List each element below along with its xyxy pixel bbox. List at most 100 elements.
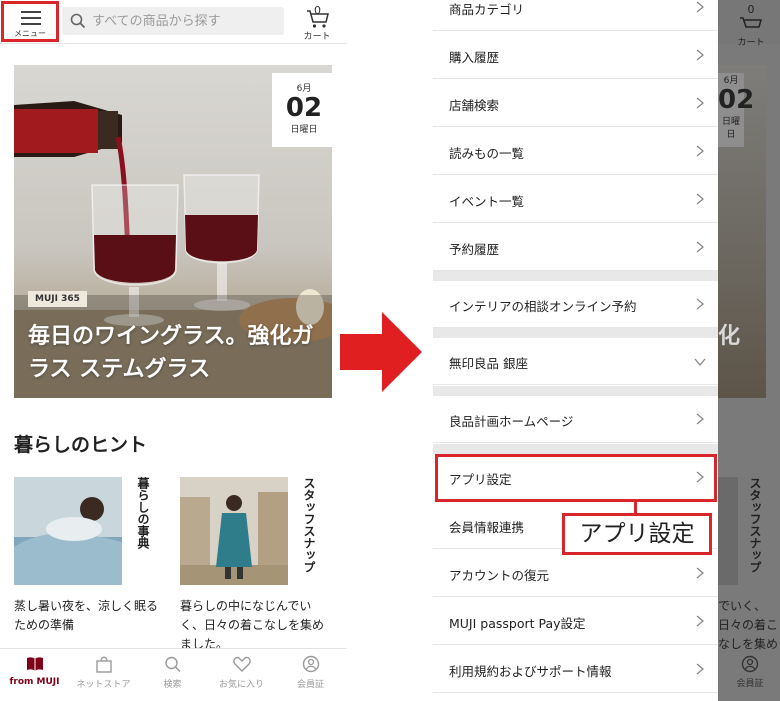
chevron-right-icon [696, 241, 704, 253]
cart-button: 0 カート [736, 3, 766, 48]
dimmed-date-day: 02 [718, 85, 755, 115]
menu-button[interactable]: メニュー [1, 1, 59, 42]
tab-favorites[interactable]: お気に入り [207, 655, 276, 690]
chevron-down-icon [694, 358, 706, 366]
menu-item-interior-consultation[interactable]: インテリアの相談オンライン予約 [433, 281, 718, 328]
menu-item-reservation-history[interactable]: 予約履歴 [433, 224, 718, 271]
tab-member-card[interactable]: 会員証 [276, 655, 345, 690]
menu-item-terms-support[interactable]: 利用規約およびサポート情報 [433, 646, 718, 693]
menu-item-label: インテリアの相談オンライン予約 [449, 299, 637, 314]
card-category: 暮らしの事典 [136, 477, 150, 549]
dimmed-header: 0 カート [718, 0, 780, 48]
tab-from-muji[interactable]: from MUJI [0, 655, 69, 687]
chevron-right-icon [696, 471, 704, 483]
tab-label: お気に入り [218, 680, 264, 690]
heart-icon [232, 656, 251, 672]
chevron-right-icon [696, 49, 704, 61]
menu-item-label: 予約履歴 [449, 242, 500, 257]
side-menu: 商品カテゴリ 購入履歴 店舗検索 読みもの一覧 イベント一覧 予約履歴 インテリ… [433, 0, 718, 701]
hero-title: 毎日のワイングラス。強化ガラス ステムグラス [28, 324, 314, 382]
book-icon [26, 657, 43, 671]
menu-item-label: イベント一覧 [449, 194, 525, 209]
menu-item-label: 読みもの一覧 [449, 146, 525, 161]
tab-label: ネットストア [76, 680, 131, 690]
home-screen: メニュー 0 カート [0, 0, 347, 701]
menu-item-store-search[interactable]: 店舗検索 [433, 80, 718, 127]
card-category: スタッフスナップ [302, 477, 316, 573]
app-header: メニュー 0 カート [0, 0, 347, 44]
chevron-right-icon [696, 193, 704, 205]
dimmed-tab-member: 会員証 [730, 655, 770, 689]
app-settings-callout: アプリ設定 [562, 513, 712, 555]
menu-section-divider [433, 328, 718, 338]
section-title: 暮らしのヒント [14, 434, 148, 456]
tab-net-store[interactable]: ネットストア [69, 655, 138, 690]
menu-item-label: アカウントの復元 [449, 568, 550, 583]
menu-section-divider [433, 271, 718, 281]
menu-item-label: 会員情報連携 [449, 520, 525, 535]
cart-label: カート [737, 38, 765, 48]
bottom-tab-bar: from MUJI ネットストア 検索 お気に入り 会員証 [0, 648, 347, 701]
bag-icon [95, 656, 112, 673]
arrow-right-icon [340, 312, 422, 392]
card-caption: 暮らしの中になじんでいく、日々の着こなしを集めました。 [180, 599, 325, 651]
date-weekday: 日曜日 [290, 125, 318, 135]
card-image [180, 477, 288, 585]
search-box[interactable] [62, 7, 284, 35]
menu-item-label: 利用規約およびサポート情報 [449, 664, 612, 679]
chevron-right-icon [696, 615, 704, 627]
dimmed-card-image [718, 477, 738, 585]
menu-item-ryohin-homepage[interactable]: 良品計画ホームページ [433, 396, 718, 443]
menu-item-app-settings[interactable]: アプリ設定 [433, 454, 718, 501]
date-day: 02 [285, 93, 323, 123]
menu-item-muji-ginza[interactable]: 無印良品 銀座 [433, 338, 718, 385]
cart-button[interactable]: 0 カート [298, 4, 336, 42]
menu-item-purchase-history[interactable]: 購入履歴 [433, 32, 718, 79]
menu-screen: 0 カート 6月 02 日曜日 化 スタッフスナップ でいく、日々の着こなしを集… [433, 0, 780, 701]
search-icon [70, 13, 86, 29]
menu-item-product-category[interactable]: 商品カテゴリ [433, 0, 718, 31]
menu-item-label: 商品カテゴリ [449, 2, 525, 17]
hamburger-icon [21, 11, 41, 25]
menu-item-account-restore[interactable]: アカウントの復元 [433, 550, 718, 597]
menu-item-articles[interactable]: 読みもの一覧 [433, 128, 718, 175]
menu-item-passport-pay[interactable]: MUJI passport Pay設定 [433, 598, 718, 645]
menu-item-events[interactable]: イベント一覧 [433, 176, 718, 223]
menu-item-label: MUJI passport Pay設定 [449, 616, 586, 631]
menu-button-label: メニュー [14, 29, 46, 38]
hint-card[interactable]: 暮らしの事典 蒸し暑い夜を、涼しく眠るための準備 [14, 477, 166, 647]
menu-item-label: アプリ設定 [449, 472, 512, 487]
hint-card[interactable]: スタッフスナップ 暮らしの中になじんでいく、日々の着こなしを集めました。 [180, 477, 332, 651]
dimmed-date-badge: 6月 02 日曜日 [718, 73, 755, 147]
chevron-right-icon [696, 1, 704, 13]
tab-label: from MUJI [9, 677, 60, 687]
hero-category-badge: MUJI 365 [28, 291, 87, 307]
menu-item-label: 店舗検索 [449, 98, 500, 113]
cart-label: カート [303, 32, 331, 42]
tab-label: 会員証 [296, 680, 324, 690]
hero-banner[interactable]: 6月 02 日曜日 MUJI 365 毎日のワイングラス。強化ガラス ステムグラ… [14, 65, 332, 398]
member-icon [741, 655, 759, 673]
dimmed-date-weekday: 日曜日 [721, 117, 740, 140]
menu-item-label: 無印良品 銀座 [449, 356, 528, 371]
chevron-right-icon [696, 663, 704, 675]
card-image [14, 477, 122, 585]
chevron-right-icon [696, 567, 704, 579]
date-badge: 6月 02 日曜日 [272, 73, 332, 147]
search-icon [164, 656, 181, 673]
dimmed-card-caption: でいく、日々の着こなしを集め [718, 599, 779, 651]
dimmed-card-category: スタッフスナップ [748, 477, 762, 573]
cart-icon [740, 17, 762, 28]
menu-section-divider [433, 386, 718, 396]
menu-item-label: 良品計画ホームページ [449, 414, 574, 429]
search-input[interactable] [92, 7, 280, 35]
dimmed-hero-title: 化 [718, 324, 741, 349]
chevron-right-icon [696, 145, 704, 157]
card-caption: 蒸し暑い夜を、涼しく眠るための準備 [14, 599, 159, 632]
chevron-right-icon [696, 298, 704, 310]
menu-section-divider [433, 444, 718, 454]
dimmed-background[interactable]: 0 カート 6月 02 日曜日 化 スタッフスナップ でいく、日々の着こなしを集… [718, 0, 780, 701]
member-icon [302, 655, 319, 673]
tab-search[interactable]: 検索 [138, 655, 207, 690]
cart-icon [307, 10, 329, 28]
